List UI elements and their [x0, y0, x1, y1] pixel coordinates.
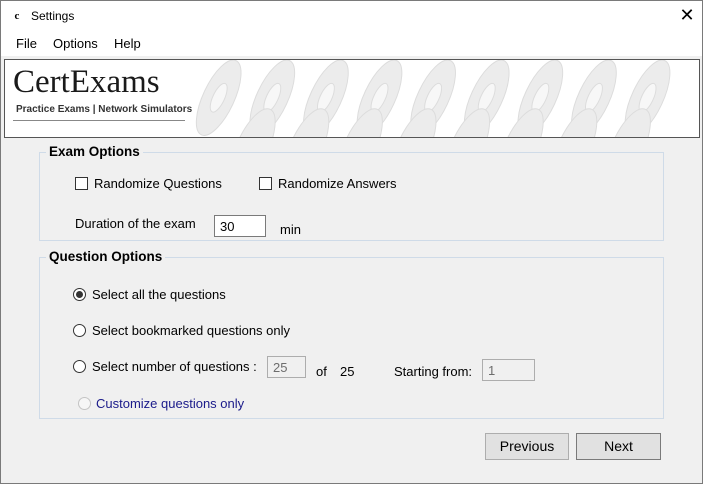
- logo-tagline: Practice Exams | Network Simulators: [16, 104, 193, 115]
- randomize-questions-checkbox[interactable]: [75, 177, 88, 190]
- exam-options-title: Exam Options: [46, 144, 143, 159]
- app-icon: c: [14, 10, 20, 22]
- duration-unit: min: [280, 222, 301, 237]
- question-options-title: Question Options: [46, 249, 166, 264]
- select-number-label[interactable]: Select number of questions :: [92, 359, 257, 374]
- select-bookmarked-label[interactable]: Select bookmarked questions only: [92, 323, 290, 338]
- menu-file[interactable]: File: [16, 36, 37, 51]
- of-label: of: [316, 364, 327, 379]
- select-bookmarked-radio[interactable]: [73, 324, 86, 337]
- select-number-radio[interactable]: [73, 360, 86, 373]
- settings-window: c Settings ✕ File Options Help CertExams…: [0, 0, 703, 484]
- customize-questions-label[interactable]: Customize questions only: [96, 396, 244, 411]
- title-bar: c Settings ✕: [1, 1, 702, 32]
- number-of-questions-input[interactable]: 25: [267, 356, 306, 378]
- select-all-label[interactable]: Select all the questions: [92, 287, 226, 302]
- select-all-radio[interactable]: [73, 288, 86, 301]
- window-title: Settings: [31, 9, 75, 23]
- question-options-group: [39, 257, 664, 419]
- customize-questions-radio[interactable]: [78, 397, 91, 410]
- randomize-answers-checkbox[interactable]: [259, 177, 272, 190]
- menu-options[interactable]: Options: [53, 36, 98, 51]
- starting-from-input[interactable]: 1: [482, 359, 535, 381]
- total-questions-count: 25: [340, 364, 355, 379]
- certexams-logo: CertExams: [13, 64, 160, 100]
- menu-bar: File Options Help: [1, 32, 702, 56]
- previous-button[interactable]: Previous: [485, 433, 569, 460]
- duration-input[interactable]: 30: [214, 215, 266, 237]
- next-button[interactable]: Next: [576, 433, 661, 460]
- logo-underline: [13, 120, 185, 121]
- brand-banner: CertExams Practice Exams | Network Simul…: [4, 59, 700, 138]
- close-icon[interactable]: ✕: [672, 1, 702, 32]
- starting-from-label: Starting from:: [394, 364, 473, 379]
- randomize-questions-label[interactable]: Randomize Questions: [94, 176, 222, 191]
- randomize-answers-label[interactable]: Randomize Answers: [278, 176, 397, 191]
- duration-label: Duration of the exam: [75, 216, 196, 231]
- menu-help[interactable]: Help: [114, 36, 141, 51]
